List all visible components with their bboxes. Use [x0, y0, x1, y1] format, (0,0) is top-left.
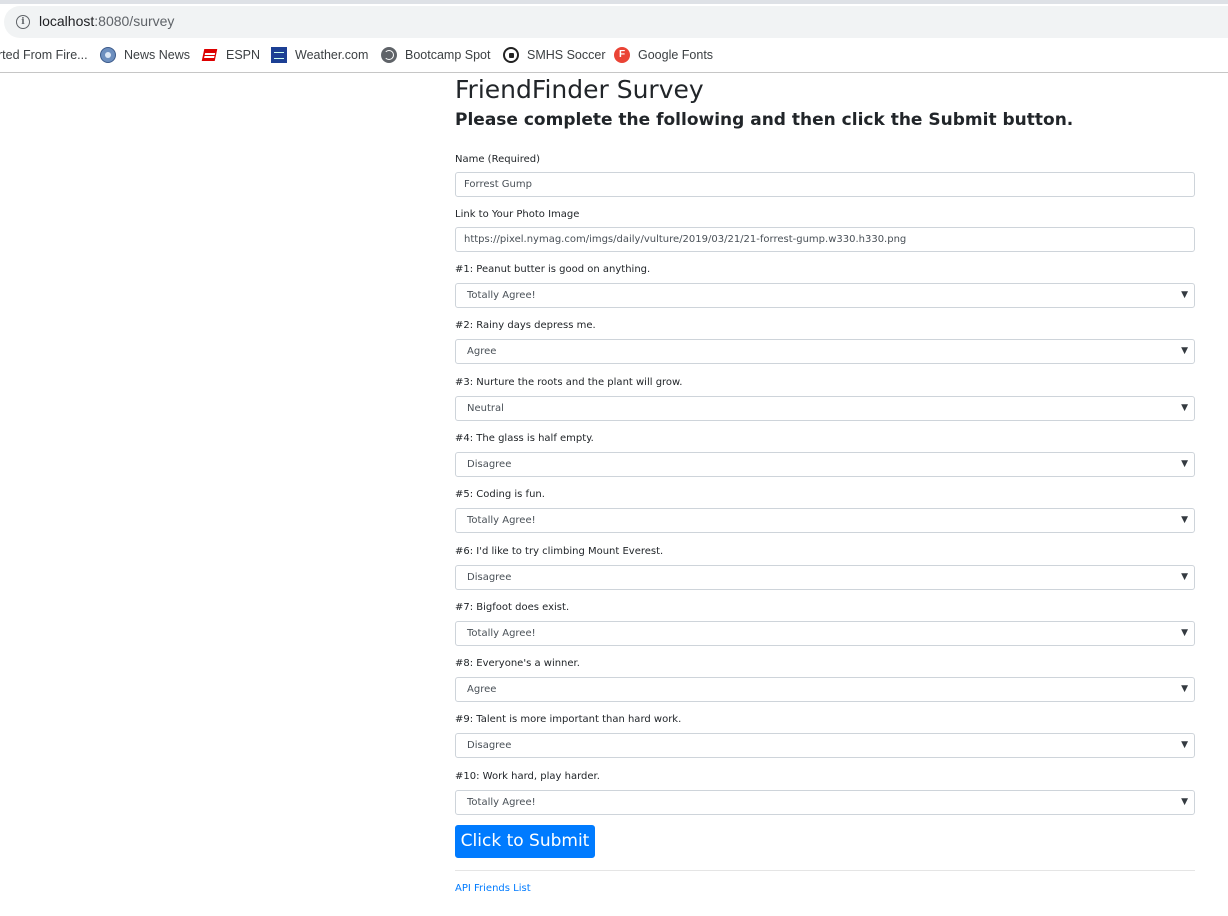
select-value: Disagree [467, 459, 512, 470]
page-title: FriendFinder Survey [455, 75, 704, 104]
bookmark-smhs-soccer[interactable]: SMHS Soccer [503, 46, 606, 64]
divider [455, 870, 1195, 871]
select-value: Agree [467, 684, 497, 695]
select-value: Neutral [467, 403, 504, 414]
browser-toolbar: i localhost:8080/survey [0, 0, 1228, 38]
question-label: #2: Rainy days depress me. [455, 320, 596, 331]
bookmark-espn[interactable]: ESPN [202, 46, 260, 64]
submit-button[interactable]: Click to Submit [455, 825, 595, 858]
name-label: Name (Required) [455, 154, 540, 165]
bookmark-label: Google Fonts [638, 48, 714, 62]
question-label: #4: The glass is half empty. [455, 433, 594, 444]
chevron-down-icon: ▼ [1181, 290, 1188, 300]
select-value: Agree [467, 346, 497, 357]
question-6-select[interactable]: Disagree ▼ [455, 565, 1195, 590]
soccer-ball-icon [503, 47, 519, 63]
select-value: Totally Agree! [467, 290, 536, 301]
bookmark-weather[interactable]: Weather.com [271, 46, 368, 64]
question-9-select[interactable]: Disagree ▼ [455, 733, 1195, 758]
tab-strip-edge [0, 0, 1228, 4]
bookmark-google-fonts[interactable]: F Google Fonts [614, 46, 713, 64]
bookmark-label: rted From Fire... [0, 48, 88, 62]
bookmarks-bar: rted From Fire... News News ESPN Weather… [0, 38, 1228, 73]
question-label: #8: Everyone's a winner. [455, 658, 580, 669]
globe-icon [381, 47, 397, 63]
bookmark-imported-firefox[interactable]: rted From Fire... [0, 46, 88, 64]
chevron-down-icon: ▼ [1181, 684, 1188, 694]
question-label: #6: I'd like to try climbing Mount Evere… [455, 546, 664, 557]
question-label: #1: Peanut butter is good on anything. [455, 264, 651, 275]
photo-label: Link to Your Photo Image [455, 209, 580, 220]
chevron-down-icon: ▼ [1181, 572, 1188, 582]
info-icon[interactable]: i [16, 15, 30, 29]
question-1-select[interactable]: Totally Agree! ▼ [455, 283, 1195, 308]
photo-url-input[interactable]: https://pixel.nymag.com/imgs/daily/vultu… [455, 227, 1195, 252]
espn-icon [202, 47, 218, 63]
bookmark-news-news[interactable]: News News [100, 46, 190, 64]
question-label: #5: Coding is fun. [455, 489, 545, 500]
question-10-select[interactable]: Totally Agree! ▼ [455, 790, 1195, 815]
chevron-down-icon: ▼ [1181, 797, 1188, 807]
question-label: #9: Talent is more important than hard w… [455, 714, 682, 725]
chevron-down-icon: ▼ [1181, 628, 1188, 638]
url-path: :8080/survey [94, 13, 175, 29]
address-bar[interactable] [4, 6, 1228, 38]
weather-channel-icon [271, 47, 287, 63]
api-friends-link[interactable]: API Friends List [455, 883, 531, 894]
question-label: #3: Nurture the roots and the plant will… [455, 377, 683, 388]
select-value: Disagree [467, 740, 512, 751]
google-fonts-icon: F [614, 47, 630, 63]
question-5-select[interactable]: Totally Agree! ▼ [455, 508, 1195, 533]
question-4-select[interactable]: Disagree ▼ [455, 452, 1195, 477]
news-icon [100, 47, 116, 63]
select-value: Totally Agree! [467, 797, 536, 808]
chevron-down-icon: ▼ [1181, 740, 1188, 750]
bookmark-bootcamp-spot[interactable]: Bootcamp Spot [381, 46, 490, 64]
question-7-select[interactable]: Totally Agree! ▼ [455, 621, 1195, 646]
select-value: Disagree [467, 572, 512, 583]
question-8-select[interactable]: Agree ▼ [455, 677, 1195, 702]
page-subtitle: Please complete the following and then c… [455, 110, 1074, 130]
bookmark-label: ESPN [226, 48, 261, 62]
question-label: #10: Work hard, play harder. [455, 771, 600, 782]
bookmark-label: Bootcamp Spot [405, 48, 491, 62]
chevron-down-icon: ▼ [1181, 403, 1188, 413]
bookmark-label: SMHS Soccer [527, 48, 606, 62]
url-text[interactable]: localhost:8080/survey [39, 13, 174, 29]
question-3-select[interactable]: Neutral ▼ [455, 396, 1195, 421]
chevron-down-icon: ▼ [1181, 459, 1188, 469]
chevron-down-icon: ▼ [1181, 515, 1188, 525]
bookmark-label: Weather.com [295, 48, 369, 62]
question-2-select[interactable]: Agree ▼ [455, 339, 1195, 364]
name-input[interactable]: Forrest Gump [455, 172, 1195, 197]
question-label: #7: Bigfoot does exist. [455, 602, 570, 613]
bookmark-label: News News [124, 48, 190, 62]
url-host: localhost [39, 13, 95, 29]
select-value: Totally Agree! [467, 515, 536, 526]
chevron-down-icon: ▼ [1181, 346, 1188, 356]
select-value: Totally Agree! [467, 628, 536, 639]
